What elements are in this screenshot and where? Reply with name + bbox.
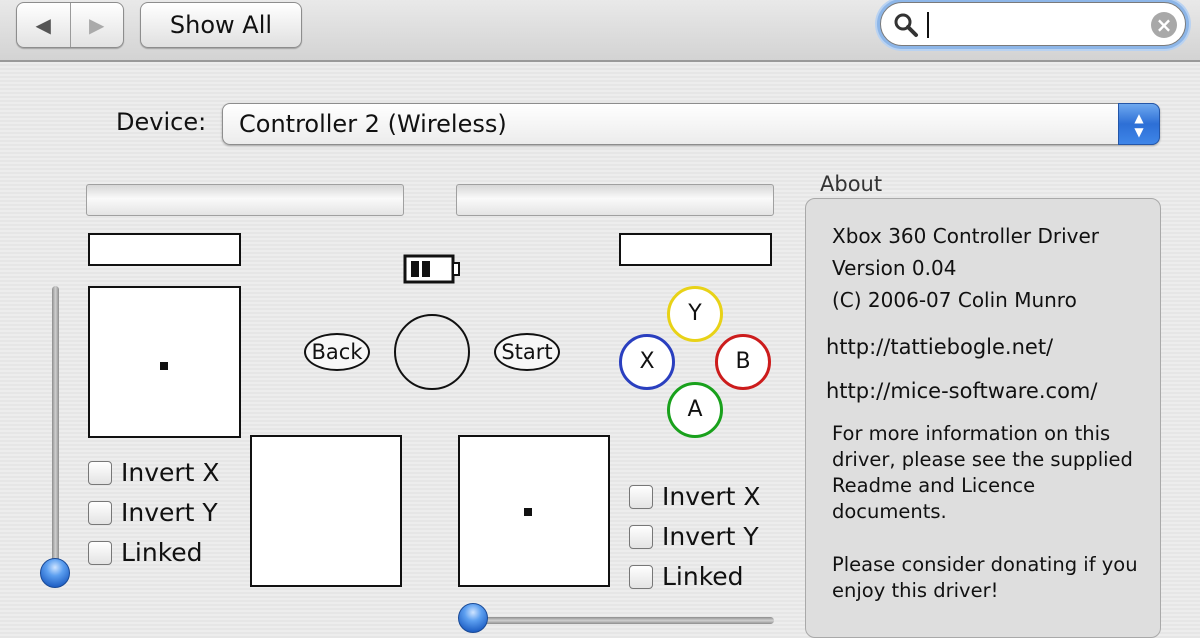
right-deadzone-slider-knob[interactable] bbox=[458, 603, 488, 633]
right-stick-position-dot bbox=[524, 508, 532, 516]
back-forward-control: ◀ ▶ bbox=[16, 2, 124, 48]
checkbox-label: Invert Y bbox=[121, 498, 218, 527]
checkbox-box[interactable] bbox=[88, 540, 112, 565]
right-invert-y-checkbox[interactable]: Invert Y bbox=[629, 522, 759, 551]
clear-icon[interactable]: × bbox=[1151, 12, 1177, 38]
text-caret bbox=[927, 12, 929, 38]
left-invert-x-checkbox[interactable]: Invert X bbox=[88, 458, 220, 487]
device-select-value: Controller 2 (Wireless) bbox=[239, 110, 507, 138]
checkbox-label: Invert X bbox=[121, 458, 220, 487]
start-button-indicator: Start bbox=[494, 333, 560, 371]
left-deadzone-slider-track[interactable] bbox=[52, 286, 59, 576]
device-select[interactable]: Controller 2 (Wireless) ▲ ▼ bbox=[222, 103, 1160, 145]
checkbox-box[interactable] bbox=[629, 564, 653, 589]
right-trigger-meter bbox=[456, 184, 774, 216]
x-button-indicator: X bbox=[619, 334, 675, 390]
left-deadzone-slider-knob[interactable] bbox=[40, 558, 70, 588]
checkbox-box[interactable] bbox=[88, 500, 112, 525]
checkbox-label: Linked bbox=[121, 538, 203, 567]
about-copyright: (C) 2006-07 Colin Munro bbox=[832, 288, 1077, 312]
b-button-indicator: B bbox=[715, 334, 771, 390]
back-arrow-icon: ◀ bbox=[35, 13, 51, 37]
about-version: Version 0.04 bbox=[832, 256, 957, 280]
forward-arrow-icon: ▶ bbox=[89, 13, 105, 37]
right-invert-x-checkbox[interactable]: Invert X bbox=[629, 482, 761, 511]
device-label: Device: bbox=[116, 108, 207, 136]
checkbox-box[interactable] bbox=[629, 524, 653, 549]
left-stick-position-dot bbox=[160, 362, 168, 370]
left-shoulder-indicator bbox=[88, 233, 241, 266]
checkbox-label: Invert X bbox=[662, 482, 761, 511]
back-button[interactable]: ◀ bbox=[17, 3, 70, 47]
about-link-mice-software[interactable]: http://mice-software.com/ bbox=[826, 379, 1097, 403]
a-button-indicator: A bbox=[667, 382, 723, 438]
toolbar: ◀ ▶ Show All × bbox=[0, 0, 1200, 62]
y-button-indicator: Y bbox=[667, 286, 723, 342]
battery-icon bbox=[403, 254, 460, 284]
left-trigger-meter bbox=[86, 184, 404, 216]
search-field[interactable]: × bbox=[880, 2, 1186, 46]
about-title: About bbox=[820, 172, 883, 196]
checkbox-label: Invert Y bbox=[662, 522, 759, 551]
right-stick-display bbox=[458, 435, 610, 587]
right-linked-checkbox[interactable]: Linked bbox=[629, 562, 744, 591]
show-all-button[interactable]: Show All bbox=[140, 2, 302, 48]
about-name: Xbox 360 Controller Driver bbox=[832, 224, 1100, 248]
right-deadzone-slider-track[interactable] bbox=[462, 617, 774, 624]
checkbox-box[interactable] bbox=[629, 484, 653, 509]
back-button-indicator: Back bbox=[304, 333, 370, 371]
left-stick-display bbox=[88, 286, 241, 438]
about-info-text: For more information on this driver, ple… bbox=[832, 422, 1133, 523]
left-invert-y-checkbox[interactable]: Invert Y bbox=[88, 498, 218, 527]
checkbox-box[interactable] bbox=[88, 460, 112, 485]
guide-button-indicator bbox=[394, 314, 470, 390]
right-shoulder-indicator bbox=[619, 233, 772, 266]
dpad-display bbox=[250, 435, 402, 587]
checkbox-label: Linked bbox=[662, 562, 744, 591]
updown-arrows-icon: ▲ ▼ bbox=[1118, 103, 1160, 145]
about-link-tattiebogle[interactable]: http://tattiebogle.net/ bbox=[826, 335, 1053, 359]
forward-button[interactable]: ▶ bbox=[69, 3, 124, 47]
search-icon bbox=[894, 13, 918, 37]
about-donate-text: Please consider donating if you enjoy th… bbox=[832, 553, 1138, 602]
left-linked-checkbox[interactable]: Linked bbox=[88, 538, 203, 567]
